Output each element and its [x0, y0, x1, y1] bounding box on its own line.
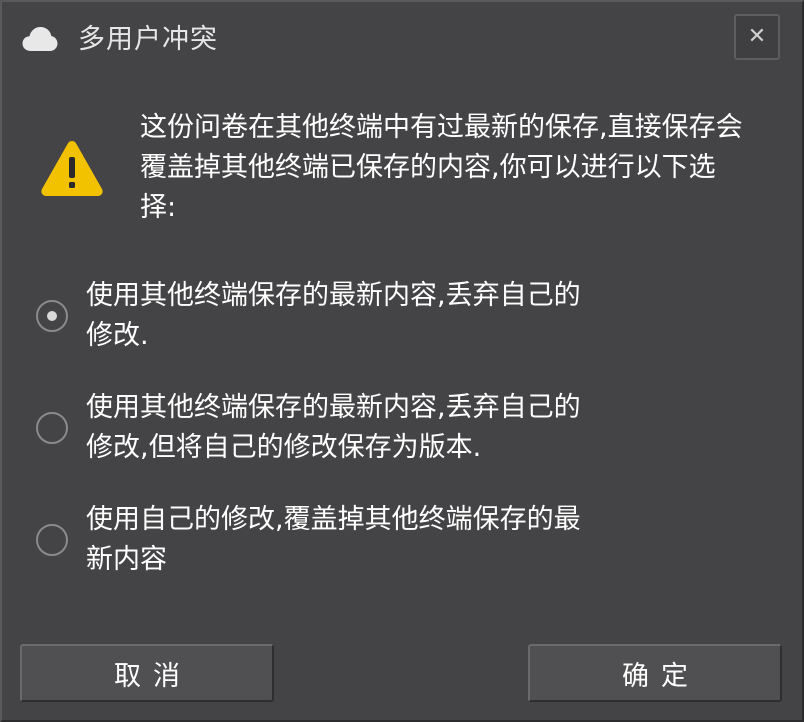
- cancel-button[interactable]: 取消: [20, 644, 274, 702]
- dialog-title: 多用户冲突: [78, 24, 218, 55]
- option-label-line: 新内容: [86, 544, 167, 575]
- option-label-line: 修改.: [86, 320, 149, 351]
- option-label-line: 修改,但将自己的修改保存为版本.: [86, 432, 482, 463]
- cloud-icon: [22, 27, 58, 51]
- message-line: 这份问卷在其他终端中有过最新的保存,直接保存会: [140, 112, 743, 143]
- dialog-titlebar: 多用户冲突 ✕: [2, 2, 802, 78]
- option-label: 使用其他终端保存的最新内容,丢弃自己的 修改.: [86, 276, 626, 356]
- option-label: 使用其他终端保存的最新内容,丢弃自己的 修改,但将自己的修改保存为版本.: [86, 388, 626, 468]
- radio-button-selected[interactable]: [36, 300, 68, 332]
- option-label: 使用自己的修改,覆盖掉其他终端保存的最 新内容: [86, 500, 626, 580]
- close-icon[interactable]: ✕: [748, 26, 766, 48]
- message-line: 覆盖掉其他终端已保存的内容,你可以进行以下选: [140, 152, 716, 183]
- cancel-button-label: 取消: [114, 660, 192, 692]
- option-label-line: 使用自己的修改,覆盖掉其他终端保存的最: [86, 504, 581, 535]
- option-label-line: 使用其他终端保存的最新内容,丢弃自己的: [86, 280, 581, 311]
- option-use-other-terminal[interactable]: 使用其他终端保存的最新内容,丢弃自己的 修改.: [36, 276, 636, 356]
- confirm-button-label: 确定: [622, 660, 700, 692]
- warning-icon: [41, 141, 103, 196]
- radio-button[interactable]: [36, 524, 68, 556]
- option-use-own-changes[interactable]: 使用自己的修改,覆盖掉其他终端保存的最 新内容: [36, 500, 636, 580]
- confirm-button[interactable]: 确定: [528, 644, 782, 702]
- option-label-line: 使用其他终端保存的最新内容,丢弃自己的: [86, 392, 581, 423]
- radio-dot: [47, 311, 57, 321]
- message-line: 择:: [140, 192, 177, 223]
- conflict-dialog: 多用户冲突 ✕ 这份问卷在其他终端中有过最新的保存,直接保存会 覆盖掉其他终端已…: [0, 0, 804, 722]
- close-button[interactable]: ✕: [734, 14, 780, 60]
- option-use-other-save-version[interactable]: 使用其他终端保存的最新内容,丢弃自己的 修改,但将自己的修改保存为版本.: [36, 388, 636, 468]
- conflict-message: 这份问卷在其他终端中有过最新的保存,直接保存会 覆盖掉其他终端已保存的内容,你可…: [140, 108, 780, 228]
- radio-button[interactable]: [36, 412, 68, 444]
